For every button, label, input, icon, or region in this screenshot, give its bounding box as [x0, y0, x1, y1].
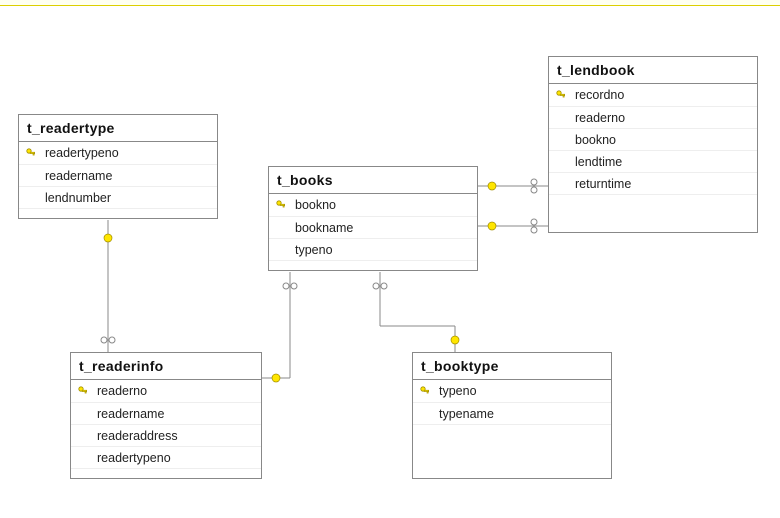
column-name: readerno	[91, 384, 147, 398]
column-row[interactable]: readerno	[71, 380, 261, 402]
pk-key-icon	[75, 386, 91, 396]
entity-readertype[interactable]: t_readertype readertypeno readername len…	[18, 114, 218, 219]
column-name: readeraddress	[91, 429, 178, 443]
entity-title: t_lendbook	[549, 57, 757, 84]
column-row[interactable]: typeno	[413, 380, 611, 402]
column-row[interactable]: readertypeno	[19, 142, 217, 164]
column-name: bookno	[289, 198, 336, 212]
entity-title: t_readerinfo	[71, 353, 261, 380]
pk-key-icon	[273, 200, 289, 210]
entity-lendbook[interactable]: t_lendbook recordno readerno bookno lend…	[548, 56, 758, 233]
column-row[interactable]: bookname	[269, 216, 477, 238]
pk-key-icon	[23, 148, 39, 158]
column-row[interactable]: lendnumber	[19, 186, 217, 208]
column-row[interactable]: bookno	[269, 194, 477, 216]
pk-key-icon	[417, 386, 433, 396]
entity-books[interactable]: t_books bookno bookname typeno	[268, 166, 478, 271]
column-name: readertypeno	[39, 146, 119, 160]
column-name: typeno	[433, 384, 477, 398]
column-row[interactable]: readertypeno	[71, 446, 261, 468]
column-name: bookname	[289, 221, 353, 235]
column-row[interactable]: returntime	[549, 172, 757, 194]
pk-key-icon	[553, 90, 569, 100]
column-name: typename	[433, 407, 494, 421]
column-name: readerno	[569, 111, 625, 125]
column-name: returntime	[569, 177, 631, 191]
column-row[interactable]: readerno	[549, 106, 757, 128]
column-name: lendtime	[569, 155, 622, 169]
column-row[interactable]: lendtime	[549, 150, 757, 172]
entity-readerinfo[interactable]: t_readerinfo readerno readername readera…	[70, 352, 262, 479]
column-row[interactable]: typeno	[269, 238, 477, 260]
column-name: bookno	[569, 133, 616, 147]
column-name: readername	[39, 169, 112, 183]
column-name: typeno	[289, 243, 333, 257]
column-row[interactable]: bookno	[549, 128, 757, 150]
entity-title: t_booktype	[413, 353, 611, 380]
entity-booktype[interactable]: t_booktype typeno typename	[412, 352, 612, 479]
column-row[interactable]: recordno	[549, 84, 757, 106]
column-row[interactable]: readername	[19, 164, 217, 186]
column-name: recordno	[569, 88, 624, 102]
entity-title: t_readertype	[19, 115, 217, 142]
column-row[interactable]: typename	[413, 402, 611, 424]
column-row[interactable]: readeraddress	[71, 424, 261, 446]
diagram-canvas[interactable]: t_readertype readertypeno readername len…	[0, 6, 780, 518]
column-name: readername	[91, 407, 164, 421]
column-name: readertypeno	[91, 451, 171, 465]
entity-title: t_books	[269, 167, 477, 194]
column-row[interactable]: readername	[71, 402, 261, 424]
column-name: lendnumber	[39, 191, 111, 205]
